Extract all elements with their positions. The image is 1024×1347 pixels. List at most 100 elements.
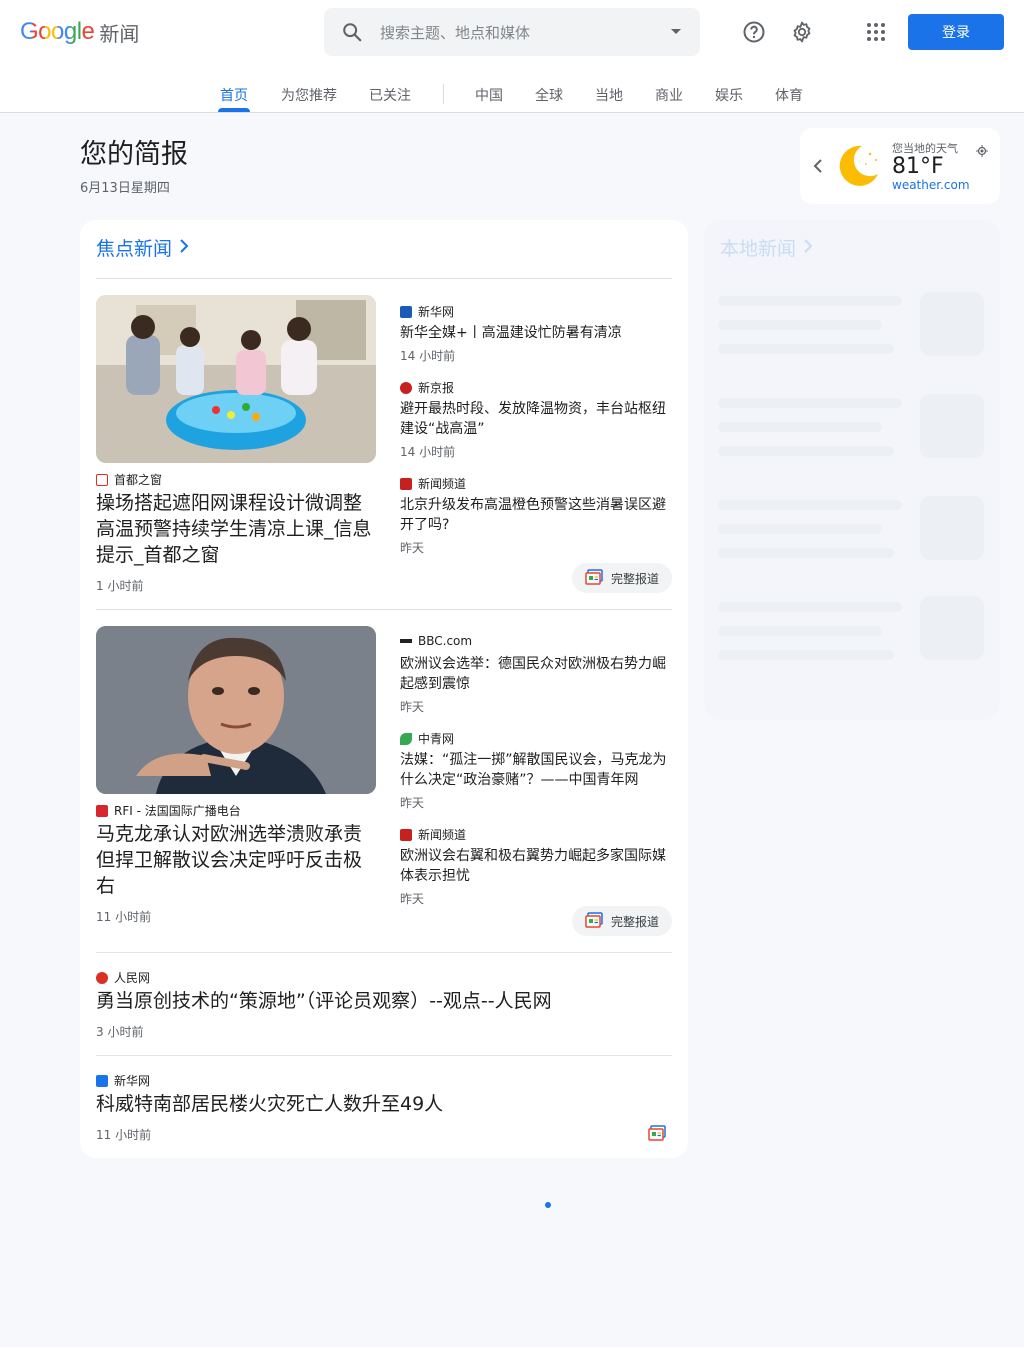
tab-entertainment[interactable]: 娱乐 [714, 72, 744, 112]
story-image-playground[interactable] [96, 295, 376, 463]
story-source[interactable]: 首都之窗 [96, 471, 162, 488]
loading-spinner-icon [544, 1194, 552, 1208]
full-coverage-button[interactable]: 完整报道 [572, 906, 672, 936]
skeleton-thumb [920, 596, 984, 660]
tab-for-you[interactable]: 为您推荐 [280, 72, 338, 112]
full-coverage-button[interactable]: 完整报道 [572, 563, 672, 593]
story-headline[interactable]: 北京升级发布高温橙色预警这些消暑误区避开了吗? [400, 495, 672, 535]
tab-home[interactable]: 首页 [218, 72, 250, 112]
story-time: 昨天 [400, 700, 425, 714]
top-stories-title-text[interactable]: 焦点新闻 [96, 234, 172, 261]
full-coverage-icon[interactable] [648, 1125, 666, 1145]
skeleton-line [718, 320, 882, 330]
local-news-title[interactable]: 本地新闻 [720, 234, 814, 261]
tab-sports[interactable]: 体育 [774, 72, 804, 112]
chevron-right-icon[interactable] [178, 237, 190, 259]
nav-tabs: 首页 为您推荐 已关注 中国 全球 当地 商业 娱乐 体育 [0, 72, 1024, 112]
weather-temperature: 81°F [892, 154, 944, 179]
tab-following[interactable]: 已关注 [368, 72, 412, 112]
story-source[interactable]: RFI - 法国国际广播电台 [96, 802, 241, 819]
story-image-macron[interactable] [96, 626, 376, 794]
divider [96, 952, 672, 953]
story-time: 昨天 [400, 892, 425, 906]
source-favicon-icon [400, 828, 412, 841]
full-coverage-label: 完整报道 [610, 914, 659, 929]
story-time: 14 小时前 [400, 349, 456, 363]
location-icon[interactable] [976, 142, 988, 157]
chevron-left-icon[interactable] [810, 156, 826, 176]
story-headline[interactable]: 新华全媒+丨高温建设忙防暑有清凉 [400, 323, 672, 343]
source-name: 人民网 [114, 971, 151, 985]
logo-google-text: Google [20, 18, 95, 45]
story-time: 14 小时前 [400, 445, 456, 459]
story-headline[interactable]: 操场搭起遮阳网课程设计微调整高温预警持续学生清凉上课_信息提示_首都之窗 [96, 490, 380, 568]
source-favicon-icon [400, 732, 412, 745]
source-name: 新京报 [418, 381, 455, 395]
source-name: BBC.com [418, 634, 473, 648]
story-time: 昨天 [400, 796, 425, 810]
source-favicon-icon [400, 477, 412, 490]
page-title: 您的简报 [80, 139, 188, 170]
source-name: 新闻频道 [418, 477, 467, 491]
story-time: 3 小时前 [96, 1025, 144, 1039]
source-name: 中青网 [418, 732, 455, 746]
skeleton-line [718, 422, 882, 432]
story-headline[interactable]: 勇当原创技术的“策源地”（评论员观察）--观点--人民网 [96, 988, 672, 1014]
source-favicon-icon [96, 804, 108, 817]
full-coverage-icon [585, 568, 603, 588]
local-news-title-text[interactable]: 本地新闻 [720, 234, 796, 261]
chevron-right-icon[interactable] [802, 237, 814, 259]
google-news-logo[interactable]: Google 新闻 [20, 18, 139, 46]
divider [96, 609, 672, 610]
story-headline[interactable]: 欧洲议会右翼和极右翼势力崛起多家国际媒体表示担忧 [400, 846, 672, 886]
search-input[interactable]: 搜索主题、地点和媒体 [380, 22, 652, 43]
skeleton-thumb [920, 292, 984, 356]
story-source[interactable]: 中青网 [400, 730, 454, 747]
gear-icon[interactable] [786, 16, 818, 48]
divider [96, 1055, 672, 1056]
source-favicon-icon [96, 1074, 108, 1087]
skeleton-line [718, 446, 894, 456]
full-coverage-label: 完整报道 [610, 571, 659, 586]
weather-widget[interactable]: 您当地的天气 81°F weather.com [800, 128, 1000, 204]
top-stories-card: 焦点新闻 首都之窗 操场搭起遮阳网课程设计微调整高温预警持续学生清凉上课_信息提… [80, 220, 688, 1158]
story-source[interactable]: BBC.com [400, 634, 472, 648]
story-headline[interactable]: 法媒：“孤注一掷”解散国民议会，马克龙为什么决定“政治豪赌”？——中国青年网 [400, 750, 672, 790]
top-stories-title[interactable]: 焦点新闻 [96, 234, 190, 261]
skeleton-line [718, 650, 894, 660]
story-headline[interactable]: 欧洲议会选举：德国民众对欧洲极右势力崛起感到震惊 [400, 654, 672, 694]
search-box[interactable]: 搜索主题、地点和媒体 [324, 8, 700, 56]
source-name: RFI - 法国国际广播电台 [114, 804, 241, 818]
full-coverage-icon [585, 911, 603, 931]
apps-grid-icon[interactable] [860, 16, 892, 48]
skeleton-line [718, 524, 882, 534]
tab-china[interactable]: 中国 [474, 72, 504, 112]
tab-local[interactable]: 当地 [594, 72, 624, 112]
story-headline[interactable]: 科威特南部居民楼火灾死亡人数升至49人 [96, 1091, 672, 1117]
divider [96, 278, 672, 279]
source-name: 新华网 [418, 305, 455, 319]
story-headline[interactable]: 避开最热时段、发放降温物资，丰台站枢纽建设“战高温” [400, 399, 672, 439]
skeleton-line [718, 500, 902, 510]
login-button[interactable]: 登录 [908, 14, 1004, 50]
story-source[interactable]: 新华网 [400, 303, 454, 320]
search-icon[interactable] [324, 8, 380, 56]
skeleton-thumb [920, 496, 984, 560]
chevron-down-icon[interactable] [652, 28, 700, 36]
tab-world[interactable]: 全球 [534, 72, 564, 112]
story-source[interactable]: 人民网 [96, 969, 150, 986]
source-favicon-icon [400, 305, 412, 318]
tab-business[interactable]: 商业 [654, 72, 684, 112]
weather-source-link[interactable]: weather.com [892, 178, 970, 192]
story-time: 11 小时前 [96, 1128, 152, 1142]
story-headline[interactable]: 马克龙承认对欧洲选举溃败承责但捍卫解散议会决定呼吁反击极右 [96, 821, 380, 899]
story-source[interactable]: 新京报 [400, 379, 454, 396]
help-icon[interactable] [738, 16, 770, 48]
moon-weather-icon [836, 142, 884, 190]
story-source[interactable]: 新闻频道 [400, 475, 466, 492]
skeleton-thumb [920, 394, 984, 458]
story-source[interactable]: 新闻频道 [400, 826, 466, 843]
page-date: 6月13日星期四 [80, 181, 170, 196]
story-source[interactable]: 新华网 [96, 1072, 150, 1089]
skeleton-line [718, 296, 902, 306]
